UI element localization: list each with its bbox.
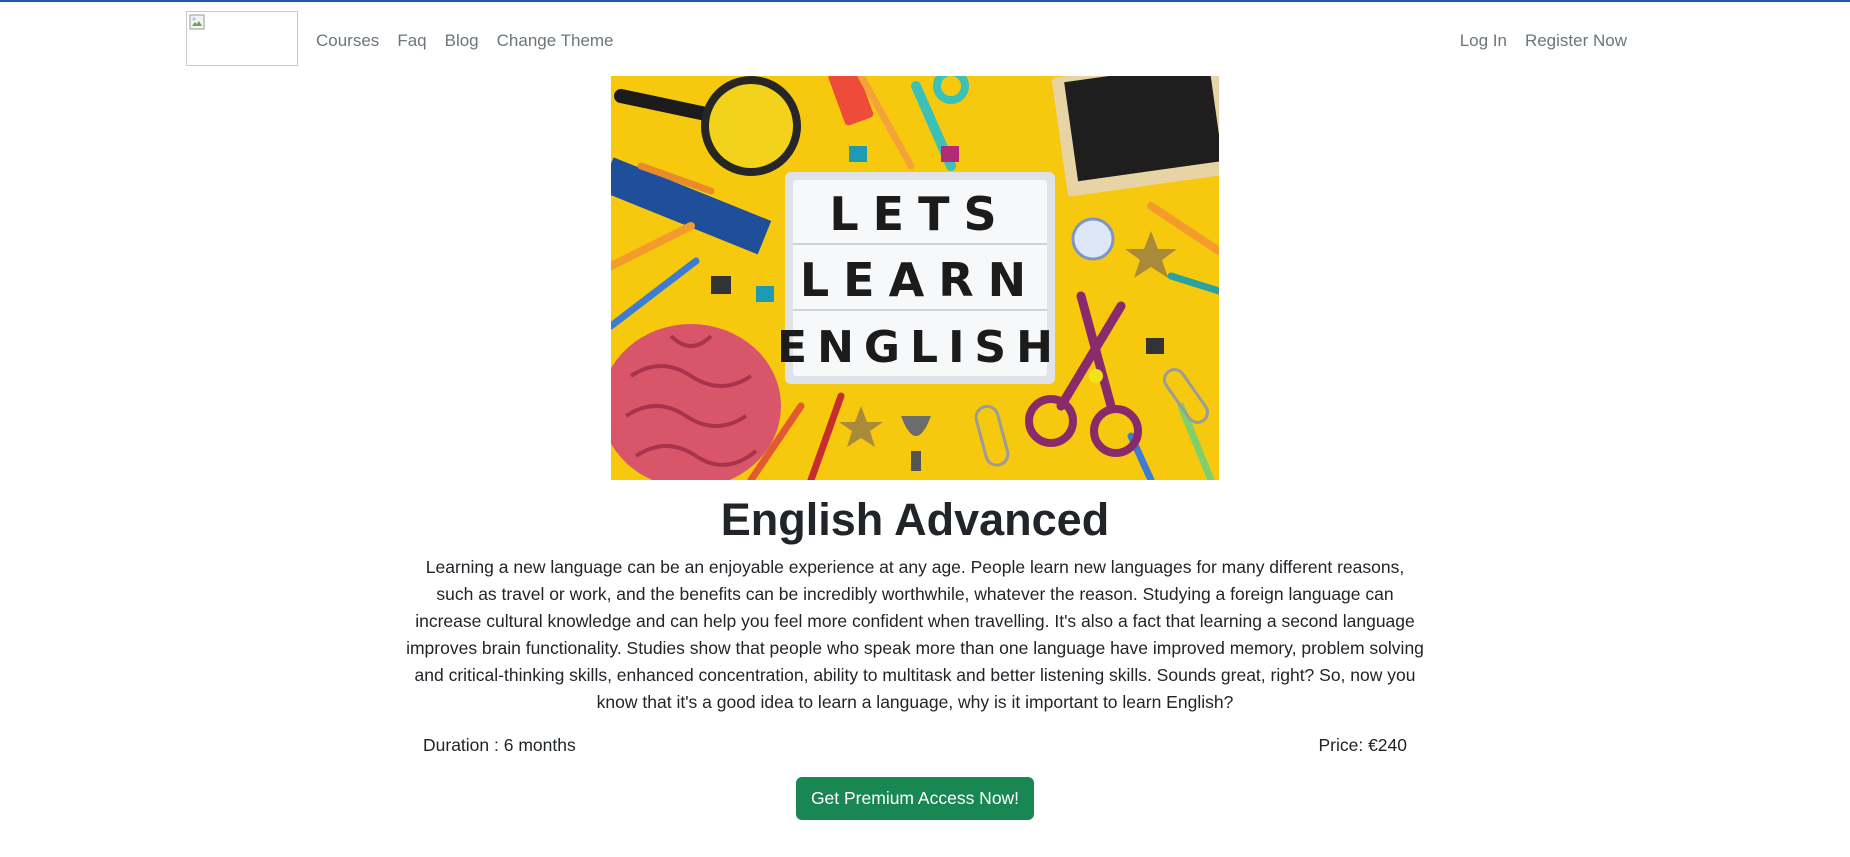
nav-right-links: Log In Register Now	[1451, 29, 1627, 53]
nav-left-links: Courses Faq Blog Change Theme	[316, 29, 623, 53]
course-hero-image: LETS LEARN ENGLISH	[611, 76, 1219, 480]
navbar: Courses Faq Blog Change Theme Log In Reg…	[0, 2, 1850, 74]
binder-clip	[1146, 338, 1164, 354]
binder-clip	[711, 276, 731, 294]
nav-link-log-in[interactable]: Log In	[1451, 29, 1516, 53]
logo-image[interactable]	[186, 11, 298, 66]
course-title: English Advanced	[720, 494, 1110, 545]
nav-link-faq[interactable]: Faq	[388, 29, 435, 53]
nav-link-courses[interactable]: Courses	[316, 29, 388, 53]
nav-link-register[interactable]: Register Now	[1516, 29, 1627, 53]
course-price: Price: €240	[1318, 735, 1407, 755]
lightbox-line-1: LETS	[829, 187, 1010, 241]
lightbox: LETS LEARN ENGLISH	[777, 172, 1063, 384]
course-description: Learning a new language can be an enjoya…	[406, 557, 1424, 712]
nav-link-change-theme[interactable]: Change Theme	[488, 29, 623, 53]
binder-clip	[756, 286, 774, 302]
lightbox-line-2: LEARN	[800, 253, 1040, 307]
sharpener	[1071, 217, 1115, 261]
binder-clip	[849, 146, 867, 162]
nav-link-blog[interactable]: Blog	[436, 29, 488, 53]
binder-clip	[941, 146, 959, 162]
lightbox-line-3: ENGLISH	[777, 322, 1063, 373]
broken-image-icon	[189, 14, 205, 30]
course-meta: Duration : 6 months Price: €240	[423, 735, 1407, 759]
get-premium-access-button[interactable]: Get Premium Access Now!	[796, 777, 1034, 820]
chalkboard	[1051, 76, 1219, 197]
course-duration: Duration : 6 months	[423, 735, 576, 755]
hero-illustration: LETS LEARN ENGLISH	[611, 76, 1219, 480]
